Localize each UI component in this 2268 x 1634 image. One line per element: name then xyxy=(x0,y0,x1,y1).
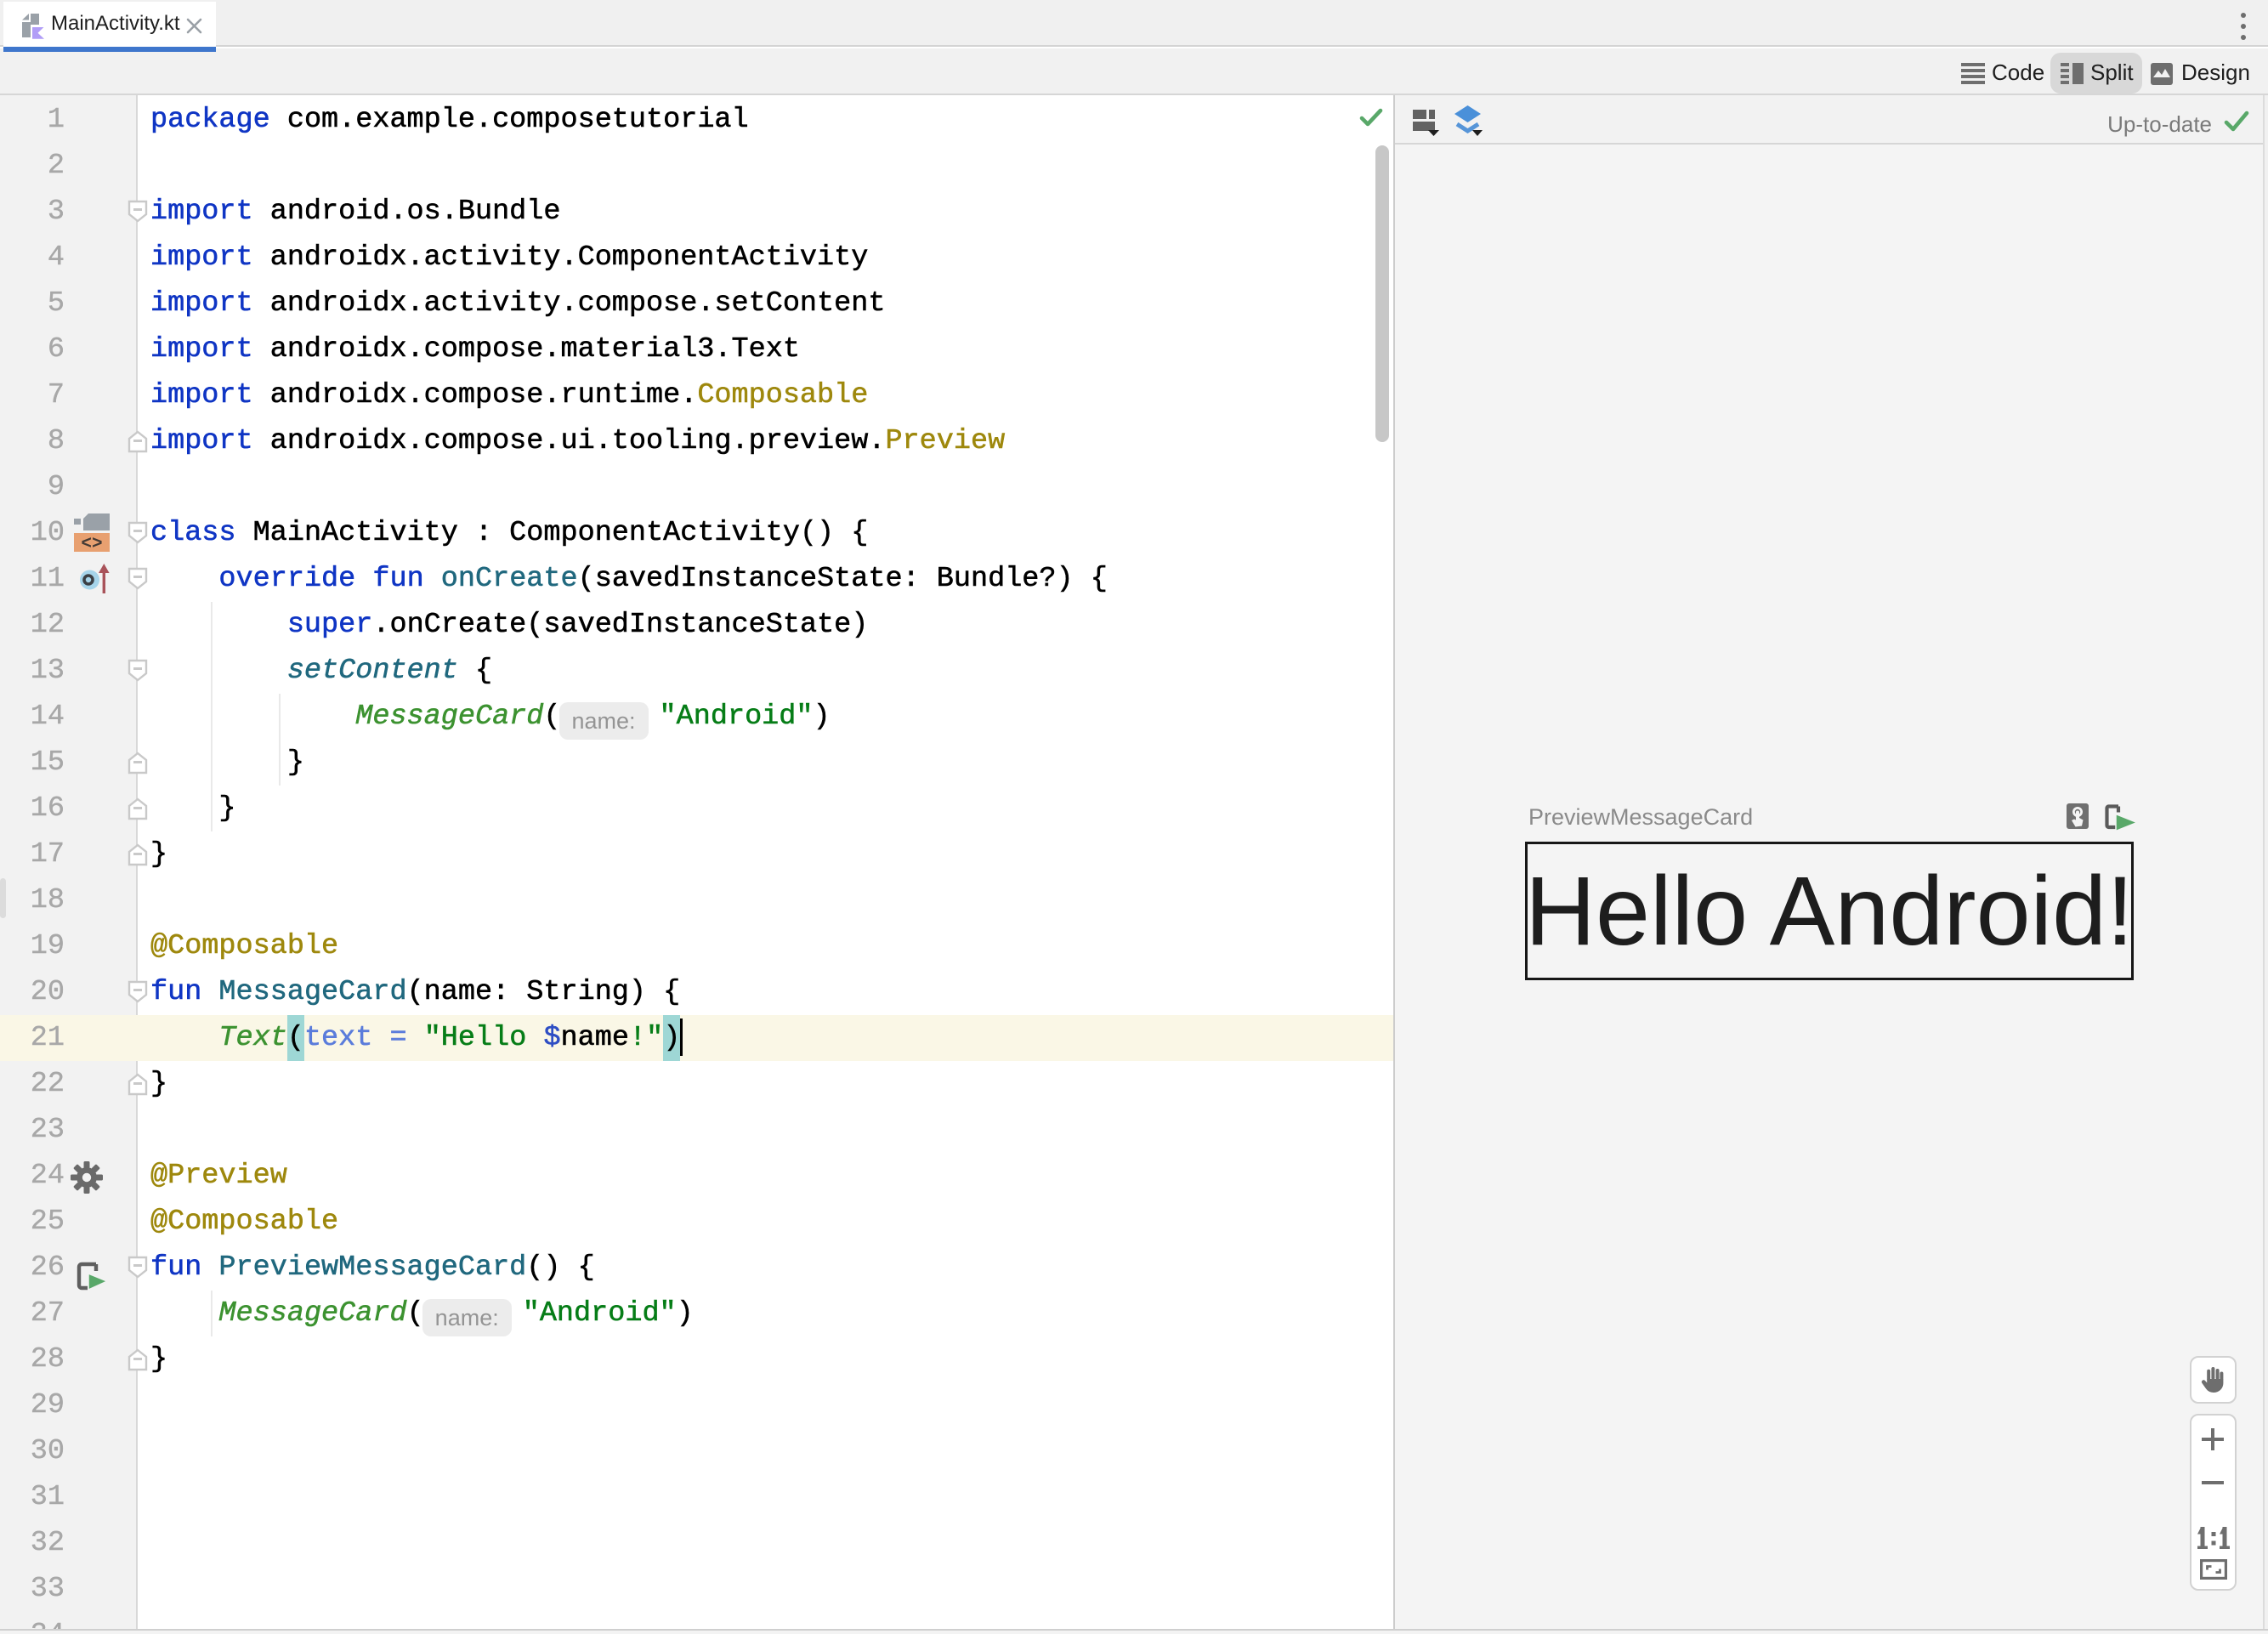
svg-text:<>: <> xyxy=(81,535,102,553)
